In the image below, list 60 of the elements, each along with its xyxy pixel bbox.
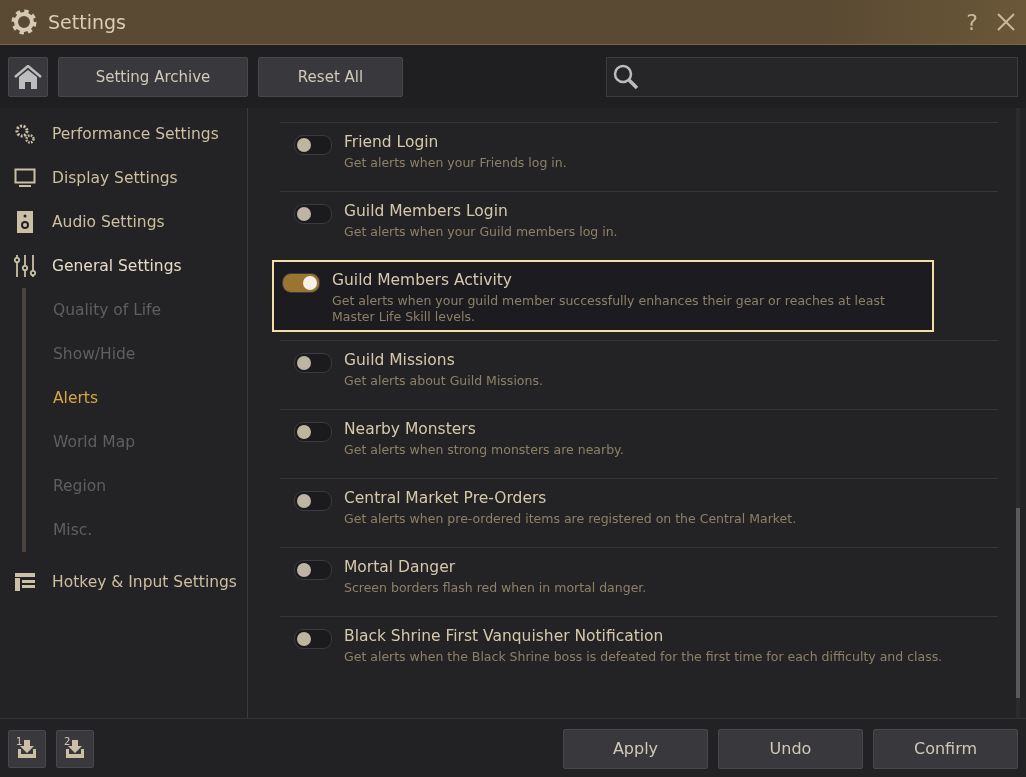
search-icon xyxy=(613,63,639,90)
alert-description: Get alerts about Guild Missions. xyxy=(344,373,543,389)
sidebar-category[interactable]: General Settings xyxy=(0,244,247,288)
toggle-switch[interactable] xyxy=(282,273,320,293)
alert-description: Get alerts when strong monsters are nearby. xyxy=(344,442,624,458)
alert-description: Screen borders flash red when in mortal danger. xyxy=(344,580,647,596)
alert-title: Guild Missions xyxy=(344,351,456,369)
alert-title: Guild Members Activity xyxy=(332,271,513,289)
help-button[interactable]: ? xyxy=(966,9,978,35)
sidebar-category[interactable]: Hotkey & Input Settings xyxy=(0,560,247,604)
alert-title: Mortal Danger xyxy=(344,558,457,576)
sidebar-category[interactable]: Display Settings xyxy=(0,156,247,200)
alert-description: Get alerts when your Friends log in. xyxy=(344,155,567,171)
search-field[interactable] xyxy=(606,56,1018,97)
alert-title: Friend Login xyxy=(344,133,440,151)
toggle-switch[interactable] xyxy=(294,491,332,511)
close-icon[interactable] xyxy=(996,12,1016,32)
preset-download-button[interactable]: 2 xyxy=(56,729,94,768)
sidebar-category[interactable]: Performance Settings xyxy=(0,112,247,156)
alert-row[interactable]: Black Shrine First Vanquisher Notification Get alerts when the Black Shrine boss is defeated for the first time for each difficulty and class. xyxy=(280,616,998,685)
alert-row[interactable]: Central Market Pre-Orders Get alerts when pre-ordered items are registered on the Central Market. xyxy=(280,478,998,547)
home-icon xyxy=(14,64,42,89)
alert-row[interactable]: Guild Missions Get alerts about Guild Missions. xyxy=(280,340,998,409)
alert-title: Black Shrine First Vanquisher Notification xyxy=(344,627,665,645)
toggle-switch[interactable] xyxy=(294,629,332,649)
download-icon xyxy=(17,739,37,758)
alert-row[interactable]: Friend Login Get alerts when your Friends log in. xyxy=(280,122,998,191)
alert-title: Central Market Pre-Orders xyxy=(344,489,548,507)
gears-icon xyxy=(14,123,36,145)
toggle-switch[interactable] xyxy=(294,353,332,373)
footer-button[interactable]: Confirm xyxy=(873,728,1018,769)
selected-alert-row[interactable]: Guild Members Activity Get alerts when your guild member successfully enhances their gear or reaches at least Master Life Skill levels. xyxy=(272,260,934,332)
alert-description: Get alerts when your Guild members log in. xyxy=(344,224,618,240)
home-button[interactable] xyxy=(8,56,48,97)
alert-title: Nearby Monsters xyxy=(344,420,477,438)
scrollbar[interactable] xyxy=(1016,108,1020,718)
footer-button[interactable]: Apply xyxy=(563,728,708,769)
toggle-switch[interactable] xyxy=(294,204,332,224)
alert-title: Guild Members Login xyxy=(344,202,509,220)
window-title: Settings xyxy=(48,11,127,33)
speaker-icon xyxy=(17,211,33,233)
alert-row[interactable]: Mortal Danger Screen borders flash red when in mortal danger. xyxy=(280,547,998,616)
alert-description: Get alerts when pre-ordered items are registered on the Central Market. xyxy=(344,511,797,527)
sidebar-category[interactable]: Audio Settings xyxy=(0,200,247,244)
sliders-icon xyxy=(14,255,36,277)
alert-description: Get alerts when your guild member successfully enhances their gear or reaches at least Master Life Skill levels. xyxy=(332,293,886,325)
toggle-switch[interactable] xyxy=(294,422,332,442)
footer-button[interactable]: Undo xyxy=(718,728,863,769)
monitor-icon xyxy=(14,168,36,188)
sidebar-item[interactable]: Alerts xyxy=(26,376,247,420)
download-icon xyxy=(65,739,85,758)
list-layout-icon xyxy=(15,573,35,591)
settings-icon xyxy=(10,8,38,36)
toolbar-button[interactable]: Setting Archive xyxy=(58,56,248,97)
toolbar-button[interactable]: Reset All xyxy=(258,56,403,97)
alert-description: Get alerts when the Black Shrine boss is defeated for the first time for each difficulty and class. xyxy=(344,649,943,665)
toggle-switch[interactable] xyxy=(294,560,332,580)
toggle-switch[interactable] xyxy=(294,135,332,155)
alert-row[interactable]: Nearby Monsters Get alerts when strong monsters are nearby. xyxy=(280,409,998,478)
preset-download-button[interactable]: 1 xyxy=(8,729,46,768)
